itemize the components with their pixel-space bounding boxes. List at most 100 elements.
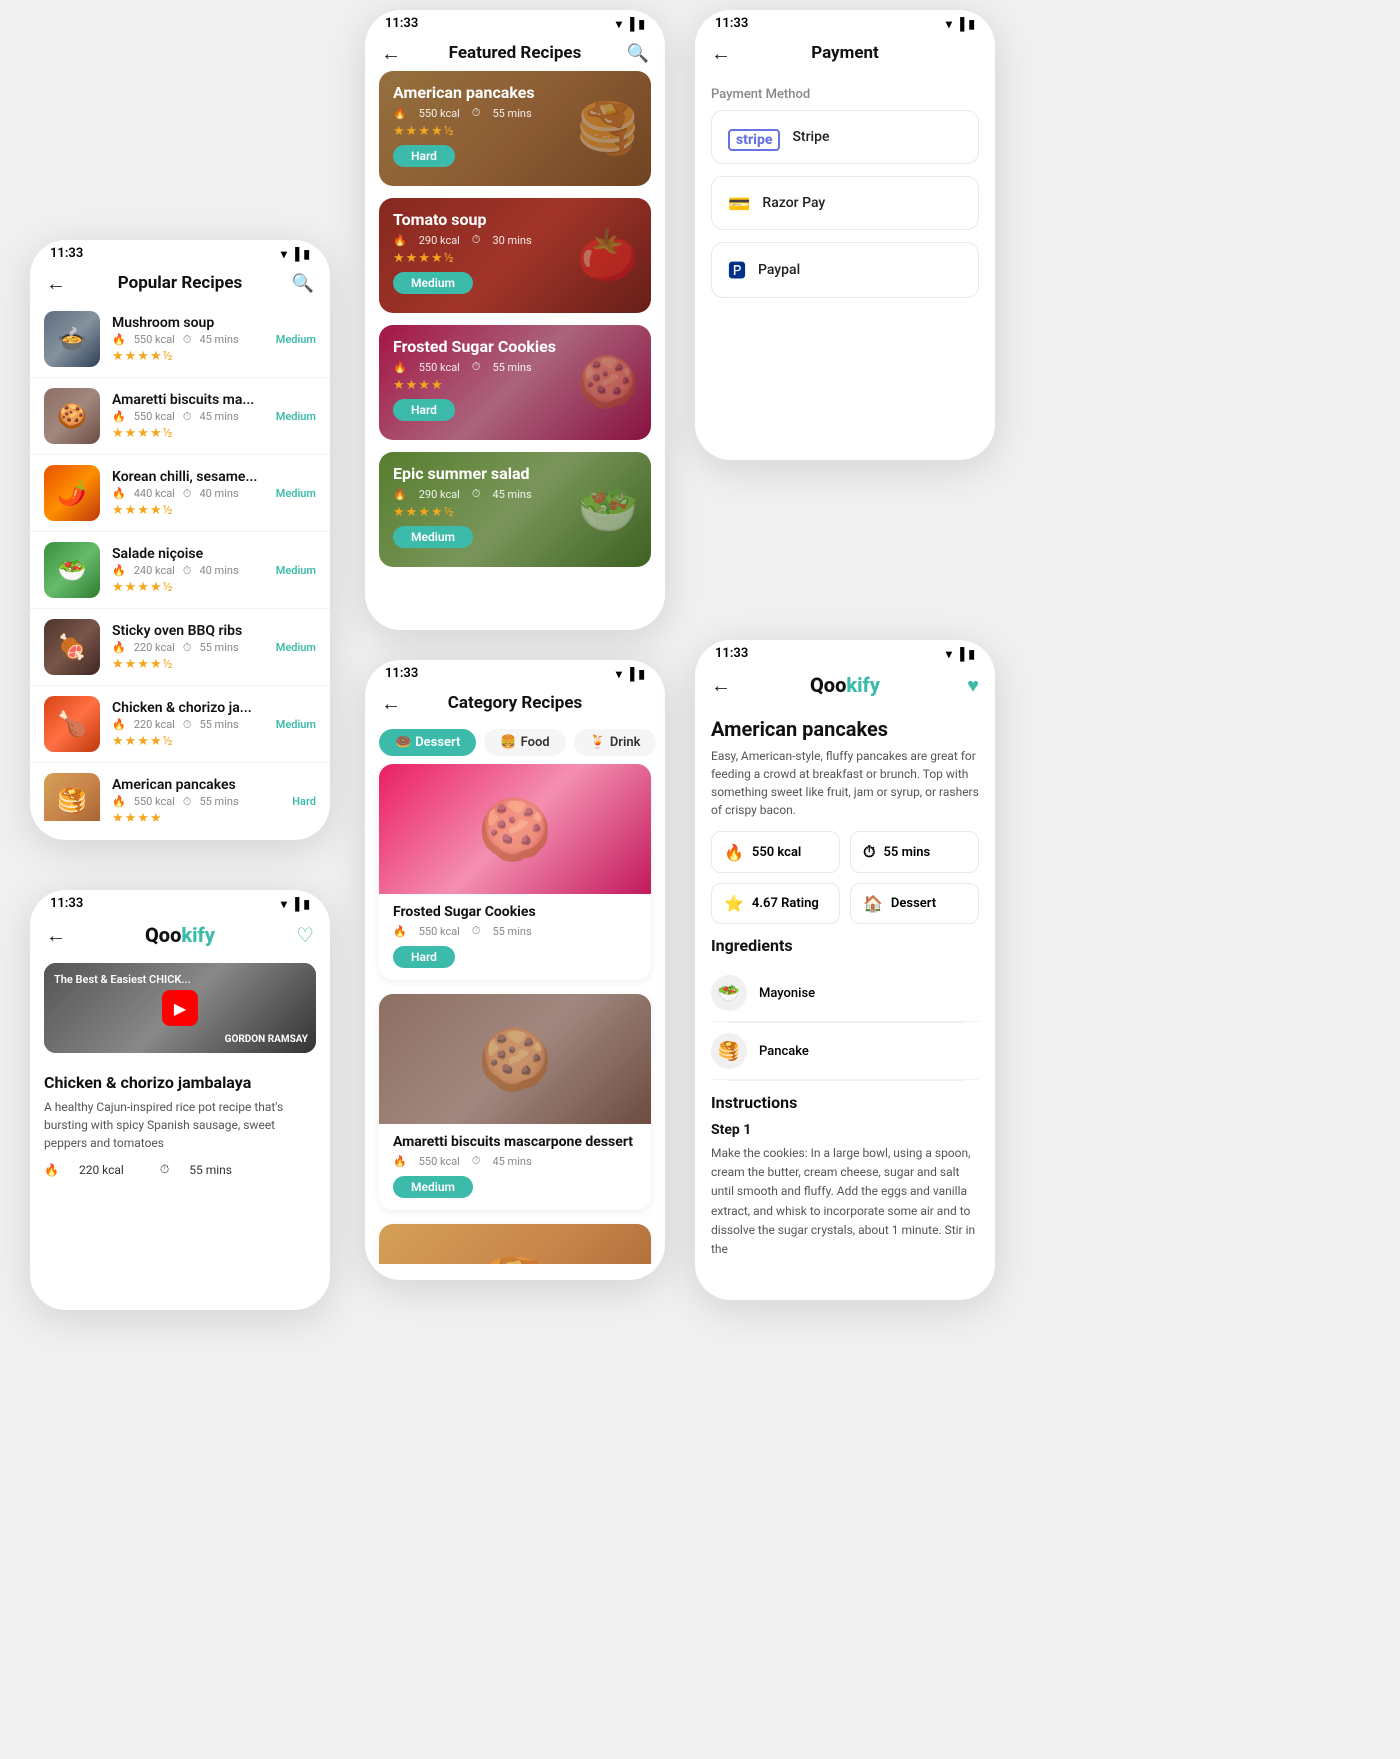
- payment-name: Paypal: [758, 262, 800, 278]
- card-stars: ★★★★: [393, 378, 637, 393]
- ingredient-name: Mayonise: [759, 986, 815, 1001]
- payment-content: Payment Method stripe Stripe 💳 Razor Pay…: [695, 71, 995, 318]
- category-scroll[interactable]: 🍪 Frosted Sugar Cookies 🔥550 kcal ⏱55 mi…: [365, 764, 665, 1264]
- list-item[interactable]: 🥞 American pancakes 🔥550 kcal ⏱55 mins ★…: [30, 763, 330, 821]
- phone-detail: 11:33 ▾ ▐ ▮ ← Qookify ♥ American pancake…: [695, 640, 995, 1300]
- back-button-video[interactable]: ←: [46, 923, 66, 948]
- kcal-icon-feat: 🔥: [393, 361, 407, 374]
- diff-badge-cat: Medium: [393, 1176, 473, 1198]
- battery-icon-d: ▮: [968, 647, 975, 661]
- pill-drink[interactable]: 🍹 Drink: [574, 729, 657, 756]
- time-icon-list: ⏱: [183, 641, 192, 655]
- card-content: American pancakes 🔥550 kcal ⏱55 mins ★★★…: [379, 71, 651, 179]
- list-item[interactable]: 🍖 Sticky oven BBQ ribs 🔥220 kcal ⏱55 min…: [30, 609, 330, 686]
- card-content: Frosted Sugar Cookies 🔥550 kcal ⏱55 mins…: [379, 325, 651, 433]
- card-stars: ★★★★½: [393, 251, 637, 266]
- category-recipe-card[interactable]: 🥞 American pancakes 🔥550 kcal ⏱55 mins H…: [379, 1224, 651, 1264]
- time-cat: 45 mins: [492, 1155, 531, 1168]
- cat-card-info: Frosted Sugar Cookies 🔥550 kcal ⏱55 mins…: [379, 894, 651, 980]
- list-item[interactable]: 🌶️ Korean chilli, sesame... 🔥440 kcal ⏱4…: [30, 455, 330, 532]
- popular-scroll[interactable]: 🍲 Mushroom soup 🔥550 kcal ⏱45 mins ★★★★½…: [30, 301, 330, 821]
- card-title: Epic summer salad: [393, 464, 637, 483]
- status-bar-featured: 11:33 ▾ ▐ ▮: [365, 10, 665, 35]
- detail-scroll[interactable]: American pancakes Easy, American-style, …: [695, 705, 995, 1285]
- featured-scroll[interactable]: 🥞 American pancakes 🔥550 kcal ⏱55 mins ★…: [365, 71, 665, 611]
- category-recipe-card[interactable]: 🍪 Amaretti biscuits mascarpone dessert 🔥…: [379, 994, 651, 1210]
- nav-category: ← Category Recipes: [365, 685, 665, 721]
- payment-option[interactable]: 🅿 Paypal: [711, 242, 979, 298]
- time-icon-video: ⏱: [160, 1162, 169, 1177]
- payment-option[interactable]: 💳 Razor Pay: [711, 176, 979, 230]
- badge-row-cat: Hard: [393, 946, 637, 968]
- pill-dessert[interactable]: 🍩 Dessert: [379, 729, 476, 756]
- battery-icon-c: ▮: [638, 667, 645, 681]
- wifi-icon-c: ▾: [616, 667, 622, 681]
- payment-option[interactable]: stripe Stripe: [711, 110, 979, 164]
- search-button-featured[interactable]: 🔍: [627, 43, 649, 64]
- time-icon-feat: ⏱: [472, 233, 481, 247]
- kcal-icon-cat: 🔥: [393, 1155, 407, 1168]
- cat-card-emoji: 🥞: [478, 1254, 553, 1265]
- phone-featured: 11:33 ▾ ▐ ▮ ← Featured Recipes 🔍 🥞 Ameri…: [365, 10, 665, 630]
- back-button-category[interactable]: ←: [381, 691, 401, 716]
- ingredient-name: Pancake: [759, 1044, 809, 1059]
- card-content: Epic summer salad 🔥290 kcal ⏱45 mins ★★★…: [379, 452, 651, 560]
- play-button[interactable]: ▶: [162, 990, 198, 1026]
- featured-recipe-card[interactable]: 🥗 Epic summer salad 🔥290 kcal ⏱45 mins ★…: [379, 452, 651, 567]
- video-card[interactable]: The Best & Easiest CHICK... ▶ GORDON RAM…: [44, 963, 316, 1053]
- cat-card-meta: 🔥550 kcal ⏱45 mins: [393, 1154, 637, 1168]
- featured-recipe-card[interactable]: 🍅 Tomato soup 🔥290 kcal ⏱30 mins ★★★★½ M…: [379, 198, 651, 313]
- back-button-popular[interactable]: ←: [46, 271, 66, 296]
- kcal-icon-feat: 🔥: [393, 234, 407, 247]
- cat-card-img: 🥞: [379, 1224, 651, 1264]
- pill-food[interactable]: 🍔 Food: [484, 729, 565, 756]
- time-icon-list: ⏱: [183, 487, 192, 501]
- recipe-meta: 🔥440 kcal ⏱40 mins: [112, 487, 264, 501]
- diff-badge-cat: Hard: [393, 946, 455, 968]
- back-button-featured[interactable]: ←: [381, 41, 401, 66]
- ingredient-item: 🥞 Pancake: [711, 1023, 979, 1080]
- featured-list: 🥞 American pancakes 🔥550 kcal ⏱55 mins ★…: [365, 71, 665, 567]
- time-icon-list: ⏱: [183, 564, 192, 578]
- heart-button-video[interactable]: ♡: [296, 923, 314, 947]
- kcal-icon-cat: 🔥: [393, 925, 407, 938]
- stat-kcal-value: 550 kcal: [752, 845, 801, 860]
- time-icon: ⏱: [863, 842, 875, 862]
- back-button-detail[interactable]: ←: [711, 673, 731, 698]
- recipe-info: American pancakes 🔥550 kcal ⏱55 mins ★★★…: [112, 777, 280, 822]
- video-recipe-meta: 🔥 220 kcal ⏱ 55 mins: [44, 1162, 316, 1177]
- recipe-name: Salade niçoise: [112, 546, 264, 562]
- list-item[interactable]: 🥗 Salade niçoise 🔥240 kcal ⏱40 mins ★★★★…: [30, 532, 330, 609]
- time-feat: 30 mins: [492, 234, 531, 247]
- list-item[interactable]: 🍪 Amaretti biscuits ma... 🔥550 kcal ⏱45 …: [30, 378, 330, 455]
- recipe-thumb: 🍪: [44, 388, 100, 444]
- kcal-feat: 550 kcal: [419, 361, 460, 374]
- category-recipe-card[interactable]: 🍪 Frosted Sugar Cookies 🔥550 kcal ⏱55 mi…: [379, 764, 651, 980]
- payment-name: Stripe: [792, 129, 829, 145]
- popular-list: 🍲 Mushroom soup 🔥550 kcal ⏱45 mins ★★★★½…: [30, 301, 330, 821]
- featured-recipe-card[interactable]: 🥞 American pancakes 🔥550 kcal ⏱55 mins ★…: [379, 71, 651, 186]
- search-button-popular[interactable]: 🔍: [292, 273, 314, 294]
- difficulty-badge: Medium: [276, 641, 316, 654]
- cat-card-img: 🍪: [379, 764, 651, 894]
- recipe-meta: 🔥550 kcal ⏱55 mins: [112, 795, 280, 809]
- difficulty-badge: Medium: [276, 718, 316, 731]
- featured-recipe-card[interactable]: 🍪 Frosted Sugar Cookies 🔥550 kcal ⏱55 mi…: [379, 325, 651, 440]
- recipe-stars: ★★★★½: [112, 503, 264, 518]
- list-item[interactable]: 🍲 Mushroom soup 🔥550 kcal ⏱45 mins ★★★★½…: [30, 301, 330, 378]
- phone-category: 11:33 ▾ ▐ ▮ ← Category Recipes 🍩 Dessert…: [365, 660, 665, 1280]
- kcal-value-video: 220 kcal: [79, 1163, 124, 1177]
- time-featured: 11:33: [385, 16, 418, 31]
- phone-video: 11:33 ▾ ▐ ▮ ← Qookify ♡ The Best & Easie…: [30, 890, 330, 1310]
- back-button-payment[interactable]: ←: [711, 41, 731, 66]
- recipe-meta: 🔥550 kcal ⏱45 mins: [112, 333, 264, 347]
- stat-time: ⏱ 55 mins: [850, 831, 979, 873]
- stat-rating-value: 4.67 Rating: [752, 896, 819, 911]
- time-icon-list: ⏱: [183, 333, 192, 347]
- card-meta: 🔥550 kcal ⏱55 mins: [393, 360, 637, 374]
- phone-popular: 11:33 ▾ ▐ ▮ ← Popular Recipes 🔍 🍲 Mushro…: [30, 240, 330, 840]
- payment-icon: 🅿: [728, 257, 746, 283]
- list-item[interactable]: 🍗 Chicken & chorizo ja... 🔥220 kcal ⏱55 …: [30, 686, 330, 763]
- heart-button-detail[interactable]: ♥: [967, 673, 979, 698]
- cat-card-title: Amaretti biscuits mascarpone dessert: [393, 1134, 637, 1150]
